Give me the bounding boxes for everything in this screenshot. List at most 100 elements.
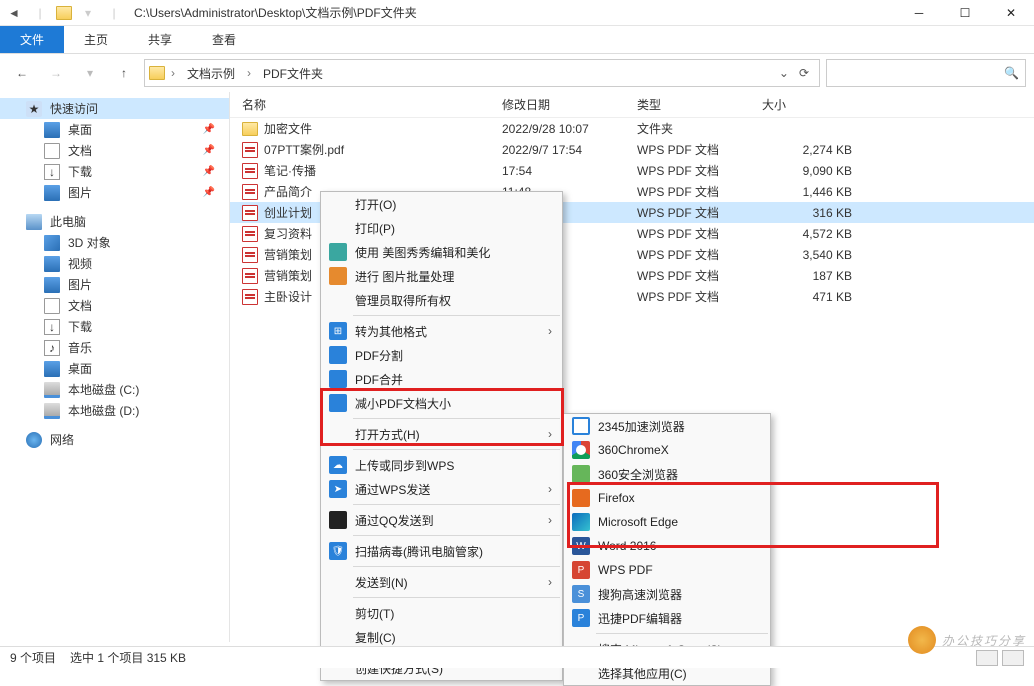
col-size[interactable]: 大小 xyxy=(762,96,852,113)
col-date[interactable]: 修改日期 xyxy=(502,96,637,113)
menu-admin[interactable]: 管理员取得所有权 xyxy=(321,288,562,312)
menu-reduce[interactable]: 减小PDF文档大小 xyxy=(321,391,562,415)
breadcrumb-seg[interactable]: 文档示例 xyxy=(181,65,241,82)
desktop-icon xyxy=(44,361,60,377)
menu-batch[interactable]: 进行 图片批量处理 xyxy=(321,264,562,288)
breadcrumb[interactable]: › 文档示例 › PDF文件夹 ⌄ ⟳ xyxy=(144,59,820,87)
chevron-right-icon: › xyxy=(548,513,552,527)
sidebar-downloads2[interactable]: ↓下载 xyxy=(0,316,229,337)
context-menu: 打开(O) 打印(P) 使用 美图秀秀编辑和美化 进行 图片批量处理 管理员取得… xyxy=(320,191,563,681)
pin-icon: 📌 xyxy=(203,166,215,177)
file-type: WPS PDF 文档 xyxy=(637,141,762,158)
folder-icon xyxy=(56,6,72,20)
file-row[interactable]: 07PTT案例.pdf2022/9/7 17:54WPS PDF 文档2,274… xyxy=(230,139,1034,160)
refresh-icon[interactable]: ⟳ xyxy=(799,66,809,80)
menu-label: 进行 图片批量处理 xyxy=(355,268,454,285)
sidebar-this-pc[interactable]: 此电脑 xyxy=(0,211,229,232)
menu-open[interactable]: 打开(O) xyxy=(321,192,562,216)
file-name: 复习资料 xyxy=(264,225,312,242)
sidebar-network[interactable]: 网络 xyxy=(0,429,229,450)
dropdown-icon[interactable]: ⌄ xyxy=(779,66,789,80)
menu-send-to[interactable]: 发送到(N)› xyxy=(321,570,562,594)
sidebar-3d-objects[interactable]: 3D 对象 xyxy=(0,232,229,253)
sidebar-documents[interactable]: 文档📌 xyxy=(0,140,229,161)
menu-scan[interactable]: 🛡扫描病毒(腾讯电脑管家) xyxy=(321,539,562,563)
nav-forward-icon[interactable]: → xyxy=(42,59,70,87)
nav-back-icon[interactable]: ← xyxy=(8,59,36,87)
menu-qq-send[interactable]: 通过QQ发送到› xyxy=(321,508,562,532)
back-small-icon[interactable]: ◄ xyxy=(4,3,24,23)
sidebar-downloads[interactable]: ↓下载📌 xyxy=(0,161,229,182)
sidebar-desktop[interactable]: 桌面📌 xyxy=(0,119,229,140)
menu-convert[interactable]: ⊞转为其他格式› xyxy=(321,319,562,343)
pdf-icon xyxy=(242,184,258,200)
menu-wps-upload[interactable]: ☁上传或同步到WPS xyxy=(321,453,562,477)
menu-separator xyxy=(353,535,560,536)
col-name[interactable]: 名称 xyxy=(242,96,502,113)
pdf-icon xyxy=(242,289,258,305)
chevron-right-icon[interactable]: › xyxy=(243,66,255,80)
openwith-sogou[interactable]: S搜狗高速浏览器 xyxy=(564,582,770,606)
col-type[interactable]: 类型 xyxy=(637,96,762,113)
sidebar-item-label: 图片 xyxy=(68,184,92,201)
file-name: 07PTT案例.pdf xyxy=(264,141,344,158)
file-type: WPS PDF 文档 xyxy=(637,267,762,284)
search-input[interactable]: 🔍 xyxy=(826,59,1026,87)
openwith-word[interactable]: WWord 2016 xyxy=(564,534,770,558)
file-row[interactable]: 加密文件2022/9/28 10:07文件夹 xyxy=(230,118,1034,139)
openwith-edge[interactable]: Microsoft Edge xyxy=(564,510,770,534)
menu-label: 减小PDF文档大小 xyxy=(355,395,451,412)
pdf-icon xyxy=(242,226,258,242)
tab-file[interactable]: 文件 xyxy=(0,26,64,53)
menu-separator xyxy=(353,597,560,598)
menu-cut[interactable]: 剪切(T) xyxy=(321,601,562,625)
menu-separator xyxy=(353,566,560,567)
sidebar-pictures[interactable]: 图片📌 xyxy=(0,182,229,203)
menu-wps-send[interactable]: ➤通过WPS发送› xyxy=(321,477,562,501)
sidebar-item-label: 3D 对象 xyxy=(68,234,111,251)
sidebar-music[interactable]: ♪音乐 xyxy=(0,337,229,358)
sidebar: ★快速访问 桌面📌 文档📌 ↓下载📌 图片📌 此电脑 3D 对象 视频 图片 文… xyxy=(0,92,230,642)
sidebar-quick-access[interactable]: ★快速访问 xyxy=(0,98,229,119)
sidebar-item-label: 快速访问 xyxy=(50,100,98,117)
sidebar-disk-d[interactable]: 本地磁盘 (D:) xyxy=(0,400,229,421)
menu-print[interactable]: 打印(P) xyxy=(321,216,562,240)
menu-open-with[interactable]: 打开方式(H)› xyxy=(321,422,562,446)
sidebar-videos[interactable]: 视频 xyxy=(0,253,229,274)
openwith-firefox[interactable]: Firefox xyxy=(564,486,770,510)
pdf-icon xyxy=(242,205,258,221)
openwith-360safe[interactable]: 360安全浏览器 xyxy=(564,462,770,486)
sidebar-documents2[interactable]: 文档 xyxy=(0,295,229,316)
tab-home[interactable]: 主页 xyxy=(64,26,128,53)
menu-label: Word 2016 xyxy=(598,539,656,553)
openwith-wpspdf[interactable]: PWPS PDF xyxy=(564,558,770,582)
pin-icon: 📌 xyxy=(203,124,215,135)
sidebar-desktop2[interactable]: 桌面 xyxy=(0,358,229,379)
collapse-handle-icon[interactable]: ⌃ xyxy=(120,0,128,3)
menu-split[interactable]: PDF分割 xyxy=(321,343,562,367)
openwith-xunjie[interactable]: P迅捷PDF编辑器 xyxy=(564,606,770,630)
folder-icon xyxy=(149,66,165,80)
openwith-360chromex[interactable]: 360ChromeX xyxy=(564,438,770,462)
nav-up-icon[interactable]: ↑ xyxy=(110,59,138,87)
openwith-2345[interactable]: 2345加速浏览器 xyxy=(564,414,770,438)
tab-view[interactable]: 查看 xyxy=(192,26,256,53)
sidebar-item-label: 下载 xyxy=(68,318,92,335)
menu-meitu[interactable]: 使用 美图秀秀编辑和美化 xyxy=(321,240,562,264)
minimize-button[interactable]: ─ xyxy=(896,0,942,26)
sidebar-disk-c[interactable]: 本地磁盘 (C:) xyxy=(0,379,229,400)
nav-recent-icon[interactable]: ▾ xyxy=(76,59,104,87)
sidebar-pictures2[interactable]: 图片 xyxy=(0,274,229,295)
chevron-right-icon[interactable]: › xyxy=(167,66,179,80)
breadcrumb-seg[interactable]: PDF文件夹 xyxy=(257,65,329,82)
file-name: 营销策划 xyxy=(264,246,312,263)
menu-merge[interactable]: PDF合并 xyxy=(321,367,562,391)
tab-share[interactable]: 共享 xyxy=(128,26,192,53)
file-type: WPS PDF 文档 xyxy=(637,162,762,179)
column-headers[interactable]: 名称 修改日期 类型 大小 xyxy=(230,92,1034,118)
maximize-button[interactable]: ☐ xyxy=(942,0,988,26)
file-row[interactable]: 笔记·传播17:54WPS PDF 文档9,090 KB xyxy=(230,160,1034,181)
down-icon[interactable]: ▾ xyxy=(78,3,98,23)
sidebar-item-label: 本地磁盘 (C:) xyxy=(68,381,139,398)
close-button[interactable]: ✕ xyxy=(988,0,1034,26)
